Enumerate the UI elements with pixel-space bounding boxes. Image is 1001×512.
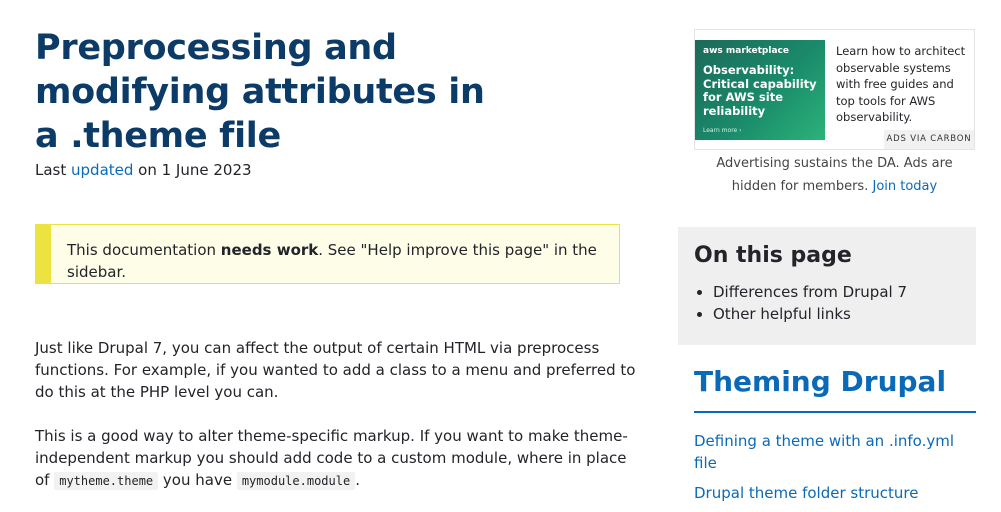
notice-prefix: This documentation [67, 241, 221, 259]
updated-prefix: Last [35, 161, 72, 179]
ad-learn-more: Learn more › [703, 127, 742, 134]
ad-headline: Observability: Critical capability for A… [703, 63, 817, 118]
ad-image[interactable]: aws marketplace Observability: Critical … [695, 40, 825, 140]
body-paragraph-1: Just like Drupal 7, you can affect the o… [35, 339, 636, 401]
toc-title: On this page [694, 243, 852, 268]
guide-link[interactable]: Drupal theme folder structure [694, 484, 918, 502]
body-paragraph-2: This is a good way to alter theme-specif… [35, 425, 645, 492]
guide-link-item: Defining a theme with an .info.yml file [694, 430, 976, 474]
toc-item[interactable]: Other helpful links [713, 303, 960, 325]
ads-via-carbon[interactable]: ADS VIA CARBON [884, 130, 974, 149]
carbon-ad[interactable]: aws marketplace Observability: Critical … [694, 29, 975, 150]
join-today-link[interactable]: Join today [872, 179, 937, 194]
guide-links: Defining a theme with an .info.yml file … [694, 430, 976, 512]
updated-date: on 1 June 2023 [133, 161, 252, 179]
page-title: Preprocessing and modifying attributes i… [35, 28, 485, 156]
p2-text-2: you have [158, 471, 237, 489]
toc-list: Differences from Drupal 7 Other helpful … [694, 281, 960, 325]
code-mytheme: mytheme.theme [54, 472, 159, 490]
on-this-page: On this page Differences from Drupal 7 O… [678, 227, 976, 345]
updated-link[interactable]: updated [71, 161, 133, 179]
ad-note: Advertising sustains the DA. Ads are hid… [694, 152, 975, 198]
p2-text-3: . [355, 471, 360, 489]
toc-item[interactable]: Differences from Drupal 7 [713, 281, 960, 303]
code-mymodule: mymodule.module [236, 472, 356, 490]
needs-work-notice: This documentation needs work. See "Help… [35, 224, 620, 284]
guide-link-item: Drupal theme folder structure [694, 482, 976, 504]
ad-text[interactable]: Learn how to architect observable system… [836, 43, 966, 126]
notice-bold: needs work [220, 241, 319, 259]
last-updated: Last updated on 1 June 2023 [35, 161, 252, 179]
guide-link[interactable]: Defining a theme with an .info.yml file [694, 432, 954, 472]
guide-title[interactable]: Theming Drupal [694, 362, 976, 413]
ad-brand-logo: aws marketplace [703, 46, 789, 56]
